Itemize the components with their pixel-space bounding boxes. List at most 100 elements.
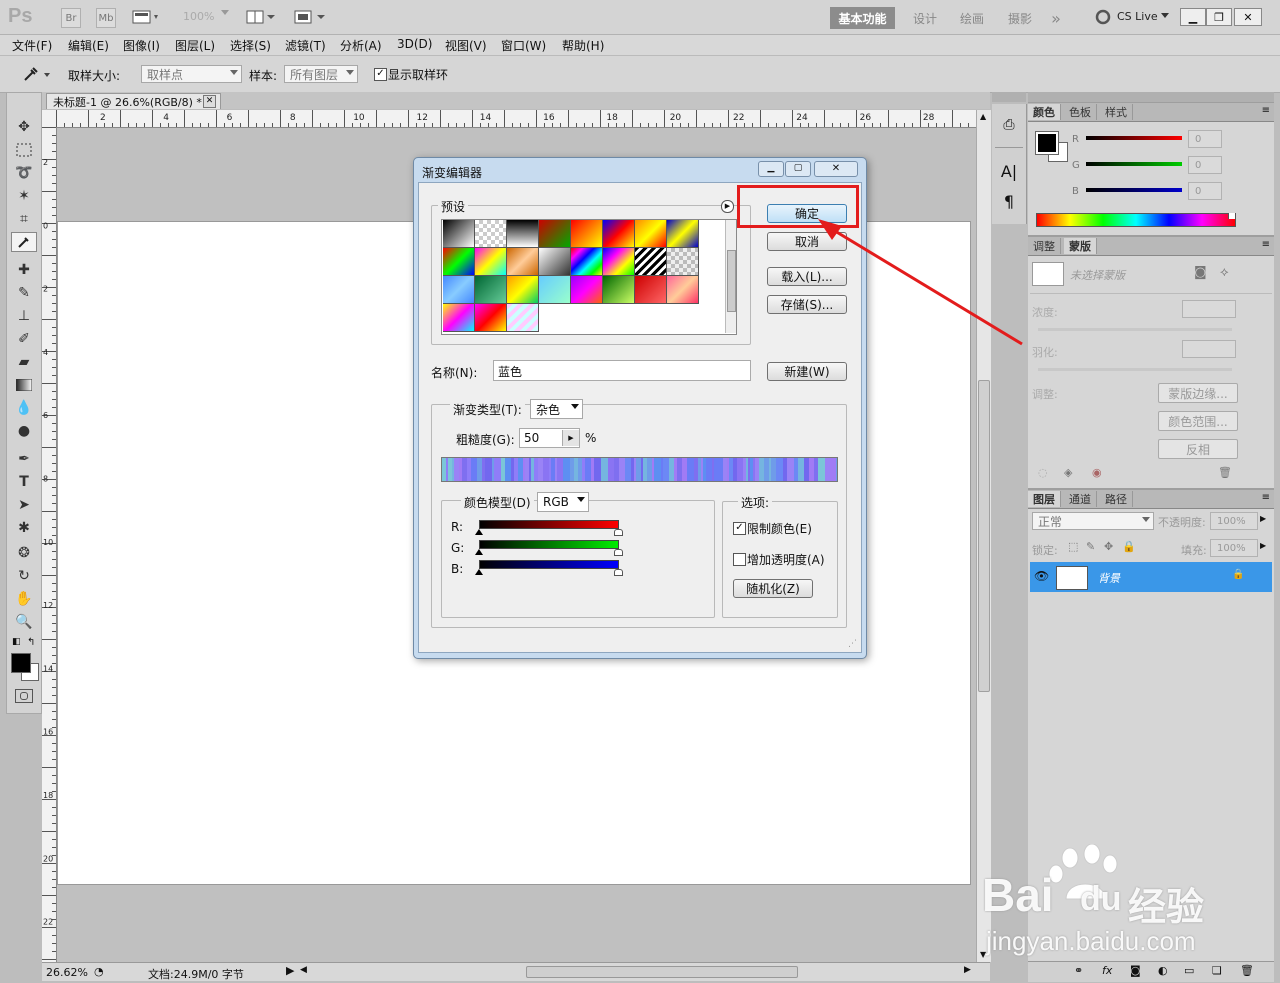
dialog-maximize-icon[interactable]: ▢ — [785, 161, 811, 177]
gradient-preset-swatch[interactable] — [507, 304, 539, 332]
scroll-up-icon[interactable]: ▲ — [980, 112, 986, 121]
feather-slider[interactable] — [1038, 368, 1232, 371]
g-max-stop[interactable] — [614, 549, 623, 556]
crop-tool-icon[interactable]: ⌗ — [11, 209, 37, 229]
scroll-left-icon[interactable]: ◀ — [300, 965, 307, 975]
menu-layer[interactable]: 图层(L) — [175, 37, 215, 54]
move-tool-icon[interactable]: ✥ — [11, 117, 37, 137]
vertical-scroll-thumb[interactable] — [978, 380, 990, 692]
restrict-colors-checkbox[interactable]: ✓ — [733, 522, 746, 535]
tab-channels[interactable]: 通道 — [1064, 491, 1097, 507]
blur-tool-icon[interactable]: 💧 — [11, 398, 37, 418]
gradient-preset-swatch[interactable] — [475, 276, 507, 304]
vector-mask-icon[interactable]: ⟡ — [1220, 265, 1229, 280]
opacity-arrow-icon[interactable]: ▶ — [1260, 514, 1266, 523]
lock-all-icon[interactable]: 🔒 — [1122, 540, 1136, 553]
gradient-preset-swatch[interactable] — [443, 248, 475, 276]
tab-swatches[interactable]: 色板 — [1064, 104, 1097, 120]
history-panel-icon[interactable]: ⎙ — [1000, 116, 1018, 134]
3d-orbit-tool-icon[interactable]: ↻ — [11, 566, 37, 586]
g-range-slider[interactable] — [479, 540, 619, 549]
cs-live-dropdown-icon[interactable] — [1161, 13, 1169, 19]
pixel-mask-icon[interactable]: ◙ — [1194, 265, 1207, 280]
eyedropper-tool-preset-icon[interactable] — [22, 65, 52, 83]
view-extras-icon[interactable] — [132, 9, 162, 25]
sample-size-select[interactable]: 取样点 — [141, 65, 242, 83]
new-gradient-button[interactable]: 新建(W) — [767, 362, 847, 381]
menu-window[interactable]: 窗口(W) — [501, 37, 546, 54]
menu-image[interactable]: 图像(I) — [123, 37, 160, 54]
document-close-icon[interactable]: ✕ — [203, 95, 216, 108]
workspace-design[interactable]: 设计 — [905, 7, 945, 29]
gradient-preset-swatch[interactable] — [667, 276, 699, 304]
color-range-button[interactable]: 颜色范围... — [1158, 411, 1238, 431]
marquee-tool-icon[interactable] — [11, 140, 37, 160]
r-max-stop[interactable] — [614, 529, 623, 536]
eyedropper-tool-icon[interactable] — [11, 232, 37, 252]
paragraph-panel-icon[interactable]: ¶ — [1000, 192, 1018, 211]
color-fg-swatch[interactable] — [1035, 131, 1059, 155]
workspace-photography[interactable]: 摄影 — [1000, 7, 1040, 29]
lasso-tool-icon[interactable]: ➰ — [11, 163, 37, 183]
spectrum-white[interactable] — [1228, 213, 1235, 219]
add-transparency-label[interactable]: 增加透明度(A) — [747, 551, 825, 568]
b-min-stop[interactable] — [475, 569, 483, 575]
r-min-stop[interactable] — [475, 529, 483, 535]
hand-tool-icon[interactable]: ✋ — [11, 589, 37, 609]
gradient-preset-swatch[interactable] — [667, 220, 699, 248]
arrange-documents-icon[interactable] — [246, 9, 276, 25]
workspace-essentials[interactable]: 基本功能 — [830, 7, 895, 29]
cs-live-icon[interactable] — [1095, 9, 1111, 25]
delete-mask-icon[interactable]: 🗑 — [1218, 466, 1232, 479]
lock-position-icon[interactable]: ✥ — [1104, 540, 1113, 553]
layers-panel-menu-icon[interactable]: ≡ — [1262, 492, 1270, 503]
presets-scroll-thumb[interactable] — [727, 250, 736, 312]
layer-name[interactable]: 背景 — [1098, 570, 1120, 586]
minimize-icon[interactable]: ▁ — [1180, 8, 1206, 26]
density-slider[interactable] — [1038, 328, 1232, 331]
zoom-tool-icon[interactable]: 🔍 — [11, 612, 37, 632]
shape-tool-icon[interactable]: ✱ — [11, 518, 37, 538]
tab-styles[interactable]: 样式 — [1100, 104, 1133, 120]
fill-arrow-icon[interactable]: ▶ — [1260, 541, 1266, 550]
layer-visibility-eye-icon[interactable]: 👁 — [1034, 569, 1049, 583]
more-workspaces-icon[interactable]: » — [1046, 7, 1066, 29]
b-range-slider[interactable] — [479, 560, 619, 569]
randomize-button[interactable]: 随机化(Z) — [733, 579, 813, 598]
save-button[interactable]: 存储(S)... — [767, 295, 847, 314]
b-max-stop[interactable] — [614, 569, 623, 576]
r-range-slider[interactable] — [479, 520, 619, 529]
tab-color[interactable]: 颜色 — [1028, 104, 1061, 120]
sample-layers-select[interactable]: 所有图层 — [284, 65, 358, 83]
gradient-preset-swatch[interactable] — [539, 276, 571, 304]
type-tool-icon[interactable]: T — [11, 472, 37, 492]
presets-scrollbar[interactable] — [725, 220, 736, 333]
zoom-dropdown-icon[interactable] — [221, 10, 229, 16]
character-panel-icon[interactable]: A| — [1000, 162, 1018, 181]
3d-rotate-tool-icon[interactable]: ❂ — [11, 543, 37, 563]
document-tab[interactable]: 未标题-1 @ 26.6%(RGB/8) * ✕ — [46, 93, 221, 109]
gradient-preset-swatch[interactable] — [443, 304, 475, 332]
gradient-preset-swatch[interactable] — [571, 248, 603, 276]
gradient-preset-swatch[interactable] — [603, 220, 635, 248]
pen-tool-icon[interactable]: ✒ — [11, 449, 37, 469]
healing-brush-tool-icon[interactable]: ✚ — [11, 260, 37, 280]
gradient-preset-swatch[interactable] — [475, 220, 507, 248]
bridge-button[interactable]: Br — [61, 8, 81, 28]
gradient-preset-swatch[interactable] — [667, 248, 699, 276]
menu-help[interactable]: 帮助(H) — [562, 37, 604, 54]
gradient-preset-swatch[interactable] — [571, 276, 603, 304]
vertical-ruler[interactable]: 2 0 2 4 6 8 10 12 14 16 18 20 22 — [42, 127, 57, 962]
restore-icon[interactable]: ❐ — [1206, 8, 1232, 26]
horizontal-scroll-thumb[interactable] — [526, 966, 798, 978]
masks-panel-menu-icon[interactable]: ≡ — [1262, 239, 1270, 250]
menu-3d[interactable]: 3D(D) — [397, 37, 432, 51]
disable-mask-icon[interactable]: ◉ — [1092, 466, 1102, 479]
lock-transparent-icon[interactable]: ⬚ — [1068, 540, 1078, 553]
tab-adjustments[interactable]: 调整 — [1028, 238, 1061, 254]
cs-live-label[interactable]: CS Live — [1117, 10, 1158, 23]
quick-mask-icon[interactable] — [15, 689, 33, 703]
zoom-level-display[interactable]: 100% — [183, 10, 214, 23]
gradient-preset-swatch[interactable] — [635, 276, 667, 304]
gradient-type-select[interactable]: 杂色 — [530, 399, 583, 419]
